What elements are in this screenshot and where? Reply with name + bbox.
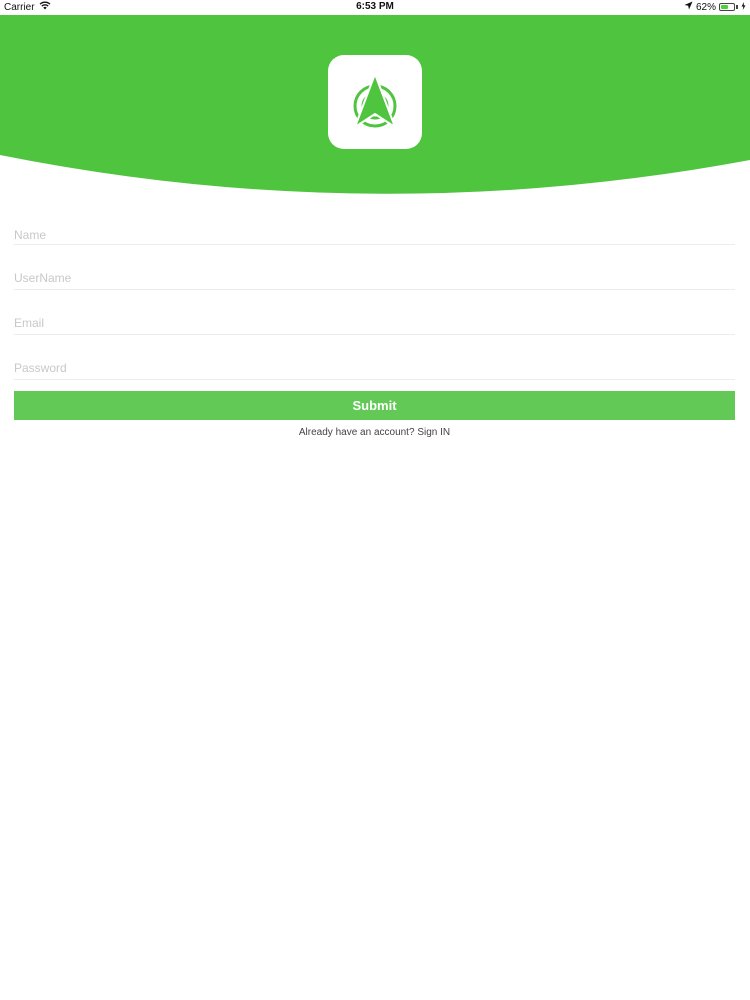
- location-arrow-icon: [684, 1, 693, 13]
- email-input[interactable]: [14, 316, 735, 330]
- username-field-row: [14, 245, 735, 290]
- app-logo: [328, 55, 422, 149]
- signup-form: Submit Already have an account? Sign IN: [14, 220, 735, 438]
- status-time: 6:53 PM: [356, 1, 394, 12]
- navigation-arrow-icon: [353, 73, 397, 128]
- battery-level-fill: [721, 5, 729, 9]
- battery-percent: 62%: [695, 1, 716, 13]
- username-input[interactable]: [14, 271, 735, 285]
- charging-bolt-icon: [741, 1, 746, 13]
- submit-button[interactable]: Submit: [14, 391, 735, 420]
- status-right: 62%: [684, 1, 746, 13]
- name-field-row: [14, 220, 735, 245]
- password-input[interactable]: [14, 361, 735, 375]
- battery-icon: [719, 3, 735, 11]
- name-input[interactable]: [14, 228, 735, 242]
- signin-prompt: Already have an account? Sign IN: [14, 427, 735, 438]
- password-field-row: [14, 335, 735, 380]
- email-field-row: [14, 290, 735, 335]
- battery-cap: [736, 5, 738, 9]
- signup-screen: Carrier 6:53 PM 62% Name UserName Email …: [0, 0, 750, 1000]
- account-prompt-text: Already have an account?: [298, 427, 418, 438]
- sign-in-link[interactable]: Sign IN: [417, 427, 450, 438]
- status-bar: Carrier 6:53 PM 62%: [0, 0, 750, 15]
- header-banner: [0, 15, 750, 200]
